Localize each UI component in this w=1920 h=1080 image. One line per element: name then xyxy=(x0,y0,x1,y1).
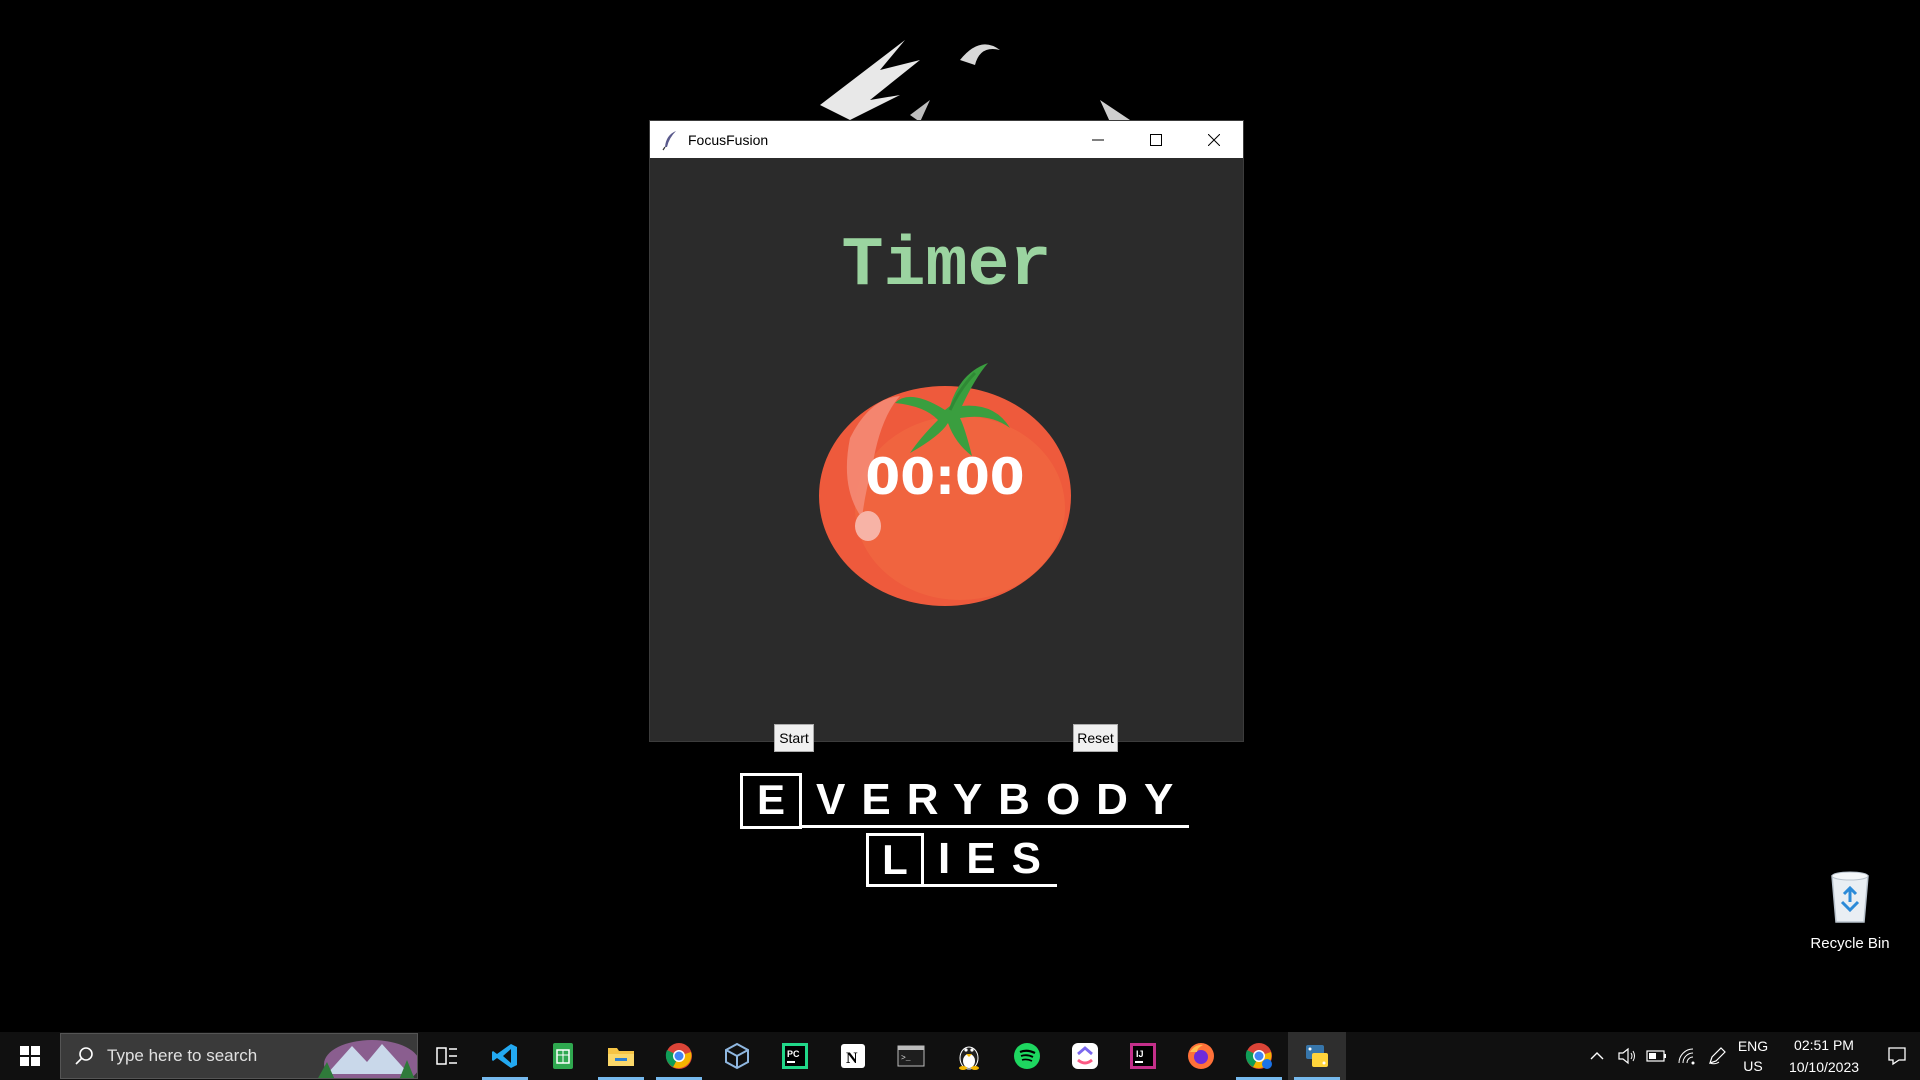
timer-display: 00:00 xyxy=(865,448,1025,506)
python-icon xyxy=(1306,1045,1328,1067)
taskbar-app-linux[interactable] xyxy=(940,1032,998,1080)
terminal-icon: >_ xyxy=(897,1045,925,1067)
battery-button[interactable] xyxy=(1642,1032,1672,1080)
pycharm-icon: PC xyxy=(782,1043,808,1069)
intellij-icon: IJ xyxy=(1130,1043,1156,1069)
maximize-icon xyxy=(1150,133,1162,146)
virtualbox-icon xyxy=(725,1042,749,1070)
clickup-icon xyxy=(1072,1043,1098,1069)
sheets-icon xyxy=(553,1043,573,1069)
notion-icon: N xyxy=(841,1044,865,1068)
chrome-profile-icon xyxy=(1245,1043,1272,1069)
speaker-icon xyxy=(1618,1047,1635,1065)
task-view-icon xyxy=(436,1047,457,1065)
close-icon xyxy=(1208,133,1220,146)
linux-icon xyxy=(959,1046,979,1070)
taskbar-app-clickup[interactable] xyxy=(1056,1032,1114,1080)
logo-letter-box: E xyxy=(740,773,802,829)
close-button[interactable] xyxy=(1185,121,1243,158)
taskbar-app-sheets[interactable] xyxy=(534,1032,592,1080)
chrome-icon xyxy=(665,1043,692,1069)
recycle-bin-shortcut[interactable]: Recycle Bin xyxy=(1800,868,1900,952)
feather-icon xyxy=(662,130,676,150)
taskbar-app-vscode[interactable] xyxy=(476,1032,534,1080)
taskbar-app-chrome-profile[interactable] xyxy=(1230,1032,1288,1080)
taskbar-app-python[interactable] xyxy=(1288,1032,1346,1080)
svg-text:>_: >_ xyxy=(901,1054,911,1063)
input-language-button[interactable]: ENG US xyxy=(1732,1036,1774,1076)
search-placeholder: Type here to search xyxy=(107,1046,258,1065)
task-view-button[interactable] xyxy=(418,1032,476,1080)
maximize-button[interactable] xyxy=(1127,121,1185,158)
system-tray: ENG US 02:51 PM 10/10/2023 xyxy=(1582,1032,1920,1080)
taskbar: Type here to search PC N >_ IJ ENG US 02… xyxy=(0,1032,1920,1080)
battery-icon xyxy=(1646,1050,1666,1062)
chevron-up-icon xyxy=(1590,1052,1604,1060)
vscode-icon xyxy=(492,1044,517,1068)
minimize-button[interactable] xyxy=(1069,121,1127,158)
spotify-icon xyxy=(1014,1043,1040,1069)
minimize-icon xyxy=(1092,139,1104,140)
recycle-bin-label: Recycle Bin xyxy=(1810,935,1890,952)
logo-letter-box: L xyxy=(866,833,924,887)
file-explorer-icon xyxy=(608,1048,634,1066)
taskbar-app-chrome[interactable] xyxy=(650,1032,708,1080)
window-titlebar[interactable]: FocusFusion xyxy=(650,121,1243,158)
taskbar-app-file-explorer[interactable] xyxy=(592,1032,650,1080)
taskbar-app-firefox[interactable] xyxy=(1172,1032,1230,1080)
logo-word-one: VERYBODY xyxy=(802,775,1190,828)
pen-icon xyxy=(1709,1047,1726,1065)
wallpaper-logo: E VERYBODY L IES xyxy=(740,773,1190,893)
taskbar-search-box[interactable]: Type here to search xyxy=(60,1033,418,1079)
taskbar-app-spotify[interactable] xyxy=(998,1032,1056,1080)
logo-word-two: IES xyxy=(924,834,1057,887)
region-code: US xyxy=(1743,1058,1763,1074)
wifi-icon xyxy=(1678,1048,1695,1065)
network-button[interactable] xyxy=(1672,1032,1702,1080)
language-code: ENG xyxy=(1737,1038,1769,1054)
taskbar-app-virtualbox[interactable] xyxy=(708,1032,766,1080)
focusfusion-window: FocusFusion Timer 00:00 Start Reset xyxy=(649,120,1244,752)
svg-text:N: N xyxy=(846,1050,858,1067)
taskbar-date: 10/10/2023 xyxy=(1788,1059,1860,1075)
taskbar-app-terminal[interactable]: >_ xyxy=(882,1032,940,1080)
firefox-icon xyxy=(1188,1043,1214,1069)
recycle-bin-icon xyxy=(1831,871,1869,923)
svg-text:IJ: IJ xyxy=(1136,1049,1144,1059)
search-icon xyxy=(75,1047,93,1065)
taskbar-clock[interactable]: 02:51 PM 10/10/2023 xyxy=(1774,1034,1874,1078)
pen-workspace-button[interactable] xyxy=(1702,1032,1732,1080)
start-button[interactable]: Start xyxy=(774,724,814,752)
svg-text:PC: PC xyxy=(787,1049,800,1059)
wallpaper-artwork xyxy=(820,40,1130,122)
notification-icon xyxy=(1888,1047,1906,1066)
taskbar-app-pycharm[interactable]: PC xyxy=(766,1032,824,1080)
timer-heading: Timer xyxy=(841,227,1052,306)
start-menu-button[interactable] xyxy=(0,1032,60,1080)
windows-logo-icon xyxy=(20,1046,40,1066)
reset-button[interactable]: Reset xyxy=(1073,724,1118,752)
show-hidden-icons-button[interactable] xyxy=(1582,1032,1612,1080)
action-center-button[interactable] xyxy=(1874,1032,1920,1080)
taskbar-app-intellij[interactable]: IJ xyxy=(1114,1032,1172,1080)
volume-button[interactable] xyxy=(1612,1032,1642,1080)
window-title: FocusFusion xyxy=(688,131,769,148)
taskbar-app-notion[interactable]: N xyxy=(824,1032,882,1080)
search-highlight-art-icon xyxy=(317,1034,417,1078)
window-content: Timer 00:00 Start Reset xyxy=(650,158,1243,752)
taskbar-time: 02:51 PM xyxy=(1794,1037,1854,1053)
